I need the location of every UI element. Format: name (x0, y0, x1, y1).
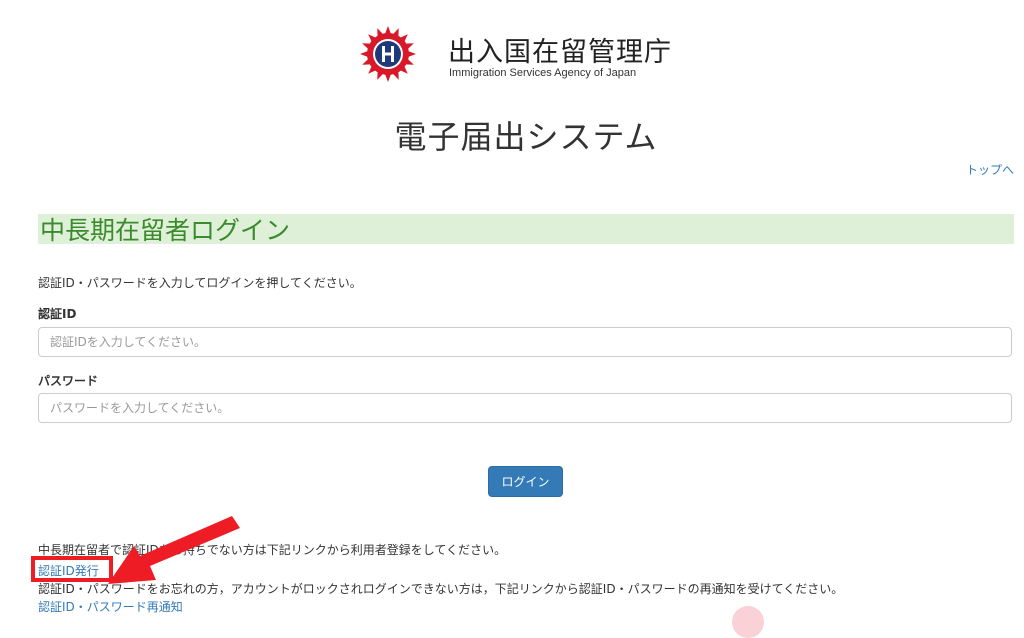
login-heading-bar: 中長期在留者ログイン (38, 214, 1014, 245)
auth-id-input[interactable] (38, 327, 1012, 357)
login-instruction: 認証ID・パスワードを入力してログインを押してください。 (38, 276, 362, 290)
watermark-mark (732, 606, 764, 638)
auth-id-label: 認証ID (38, 307, 77, 321)
reset-note: 認証ID・パスワードをお忘れの方，アカウントがロックされログインできない方は，下… (38, 582, 844, 596)
login-heading: 中長期在留者ログイン (40, 216, 291, 245)
agency-name-en: Immigration Services Agency of Japan (449, 67, 637, 79)
password-input[interactable] (38, 393, 1012, 423)
password-label: パスワード (38, 374, 99, 388)
login-button[interactable]: ログイン (488, 466, 563, 497)
register-link[interactable]: 認証ID発行 (38, 562, 99, 579)
site-header: 出入国在留管理庁 Immigration Services Agency of … (0, 22, 1024, 88)
register-note: 中長期在留者で認証IDをお持ちでない方は下記リンクから利用者登録をしてください。 (38, 543, 507, 557)
system-title: 電子届出システム (394, 118, 658, 156)
agency-name-jp: 出入国在留管理庁 (448, 37, 672, 68)
agency-emblem-icon (360, 26, 416, 82)
reset-link[interactable]: 認証ID・パスワード再通知 (38, 598, 183, 615)
top-link[interactable]: トップへ (966, 161, 1014, 178)
